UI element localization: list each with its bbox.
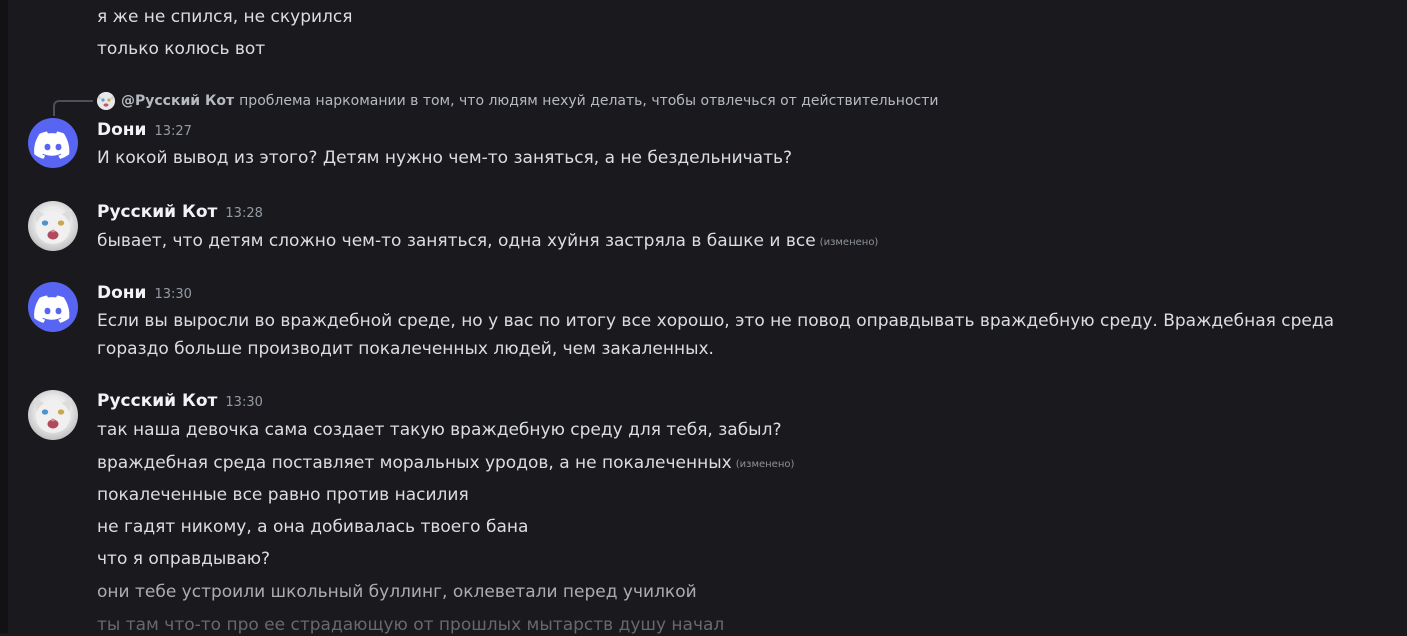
message-text: враждебная среда поставляет моральных ур…: [97, 452, 794, 476]
user-avatar[interactable]: [28, 118, 78, 168]
message-content: бывает, что детям сложно чем-то заняться…: [97, 231, 816, 251]
discord-icon: [34, 131, 70, 159]
message-text: так наша девочка сама создает такую враж…: [97, 420, 782, 440]
edited-label: (изменено): [819, 237, 879, 248]
cat-avatar-icon: [33, 207, 73, 244]
timestamp[interactable]: 13:27: [154, 124, 191, 139]
message-text: только колюсь вот: [97, 39, 266, 59]
author-name[interactable]: Русский Кот: [97, 391, 217, 411]
edited-label: (изменено): [735, 459, 795, 470]
message-header: Doни 13:30: [97, 282, 192, 304]
reply-author[interactable]: @Русский Кот: [121, 91, 234, 111]
user-avatar[interactable]: [28, 282, 78, 332]
message-text: бывает, что детям сложно чем-то заняться…: [97, 230, 878, 254]
reply-spine: [53, 100, 93, 116]
message-header: Doни 13:27: [97, 119, 192, 141]
reply-avatar[interactable]: [97, 92, 115, 110]
message-header: Русский Кот 13:28: [97, 201, 263, 223]
message-text: покалеченные все равно против насилия: [97, 485, 469, 505]
message-feed: я же не спился, не скурился только колюс…: [0, 0, 1407, 635]
timestamp[interactable]: 13:30: [154, 287, 191, 302]
timestamp[interactable]: 13:28: [225, 206, 262, 221]
timestamp[interactable]: 13:30: [225, 395, 262, 410]
cat-avatar-icon: [33, 396, 73, 433]
author-name[interactable]: Doни: [97, 120, 146, 140]
message-text: не гадят никому, а она добивалась твоего…: [97, 517, 529, 537]
message-text: что я оправдываю?: [97, 549, 271, 569]
user-avatar[interactable]: [28, 201, 78, 251]
author-name[interactable]: Русский Кот: [97, 202, 217, 222]
reply-reference[interactable]: @Русский Кот проблема наркомании в том, …: [97, 91, 938, 111]
message-text: И кокой вывод из этого? Детям нужно чем-…: [97, 148, 793, 168]
author-name[interactable]: Doни: [97, 283, 146, 303]
message-text: я же не спился, не скурился: [97, 7, 353, 27]
message-text: Если вы выросли во враждебной среде, но …: [97, 311, 1335, 359]
message-header: Русский Кот 13:30: [97, 390, 263, 412]
message-content: враждебная среда поставляет моральных ур…: [97, 453, 732, 473]
message-text: они тебе устроили школьный буллинг, окле…: [97, 582, 697, 602]
reply-preview-text[interactable]: проблема наркомании в том, что людям нех…: [239, 91, 938, 111]
discord-icon: [34, 295, 70, 323]
user-avatar[interactable]: [28, 390, 78, 440]
